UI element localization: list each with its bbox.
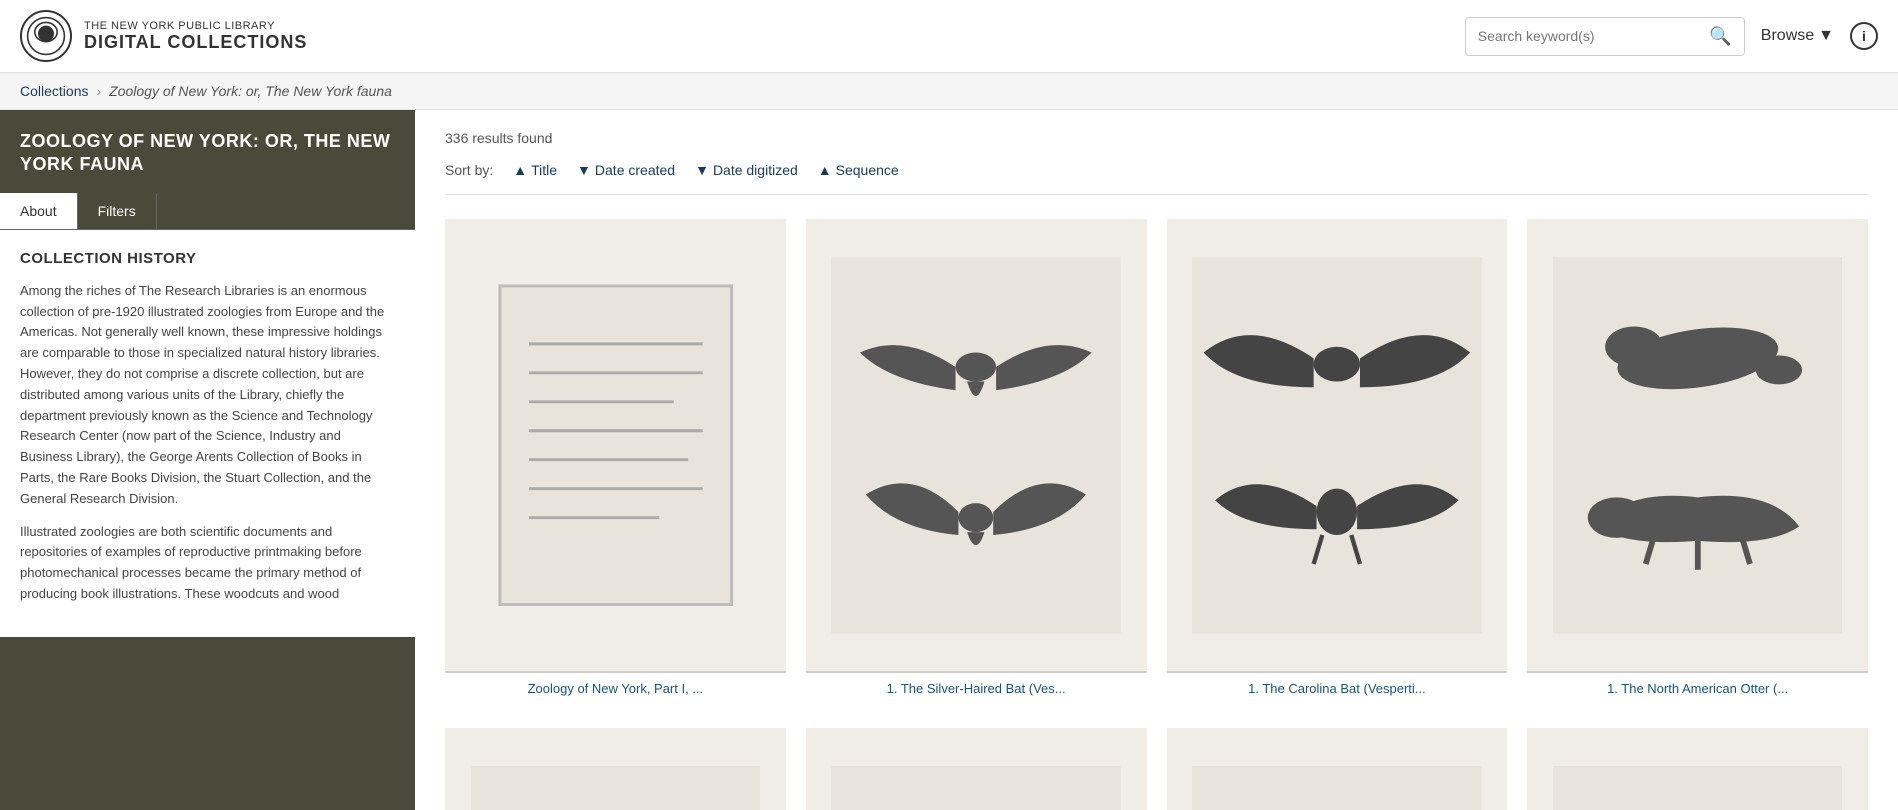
grid-item-5-image <box>445 728 786 810</box>
breadcrumb-collections-link[interactable]: Collections <box>20 83 88 99</box>
info-icon: i <box>1862 28 1866 44</box>
search-box: 🔍 <box>1465 17 1745 56</box>
header: THE NEW YORK PUBLIC LIBRARY DIGITAL COLL… <box>0 0 1898 73</box>
grid-item-8[interactable]: 1. The Red Fox (Vulpes fulvus... <box>1527 728 1868 810</box>
items-grid: Zoology of New York, Part I, ... <box>445 219 1868 810</box>
sort-bar: Sort by: ▲ Title ▼ Date created ▼ Date d… <box>445 162 1868 195</box>
breadcrumb-current: Zoology of New York: or, The New York fa… <box>109 83 392 99</box>
tab-filters[interactable]: Filters <box>78 193 157 229</box>
sort-date-digitized-label: Date digitized <box>713 162 798 178</box>
sort-date-created[interactable]: ▼ Date created <box>577 162 675 178</box>
grid-item-3-image <box>1167 219 1508 673</box>
sort-date-digitized-arrow: ▼ <box>695 162 709 178</box>
grid-item-6[interactable]: 1. TheBroad-nosed Shrew (Otis... <box>806 728 1147 810</box>
tab-about[interactable]: About <box>0 193 78 229</box>
sort-sequence-label: Sequence <box>836 162 899 178</box>
browse-button[interactable]: Browse ▼ <box>1761 27 1834 45</box>
sort-date-created-label: Date created <box>595 162 675 178</box>
grid-item-1-image <box>445 219 786 673</box>
grid-item-4[interactable]: 1. The North American Otter (... <box>1527 219 1868 698</box>
grid-item-1-label: Zoology of New York, Part I, ... <box>528 681 704 698</box>
logo-top-line: THE NEW YORK PUBLIC LIBRARY <box>84 20 307 32</box>
sidebar-tabs: About Filters <box>0 193 415 230</box>
sort-date-digitized[interactable]: ▼ Date digitized <box>695 162 798 178</box>
grid-item-8-image <box>1527 728 1868 810</box>
grid-item-2-image <box>806 219 1147 673</box>
search-input[interactable] <box>1466 20 1698 52</box>
grid-item-5[interactable]: 1. The Common Star-nose (Cond... <box>445 728 786 810</box>
header-right: 🔍 Browse ▼ i <box>1465 17 1878 56</box>
browse-chevron-icon: ▼ <box>1818 27 1834 45</box>
breadcrumb-separator: › <box>96 83 101 99</box>
grid-item-7[interactable]: 1. The American Black Bear (U... <box>1167 728 1508 810</box>
sort-sequence[interactable]: ▲ Sequence <box>818 162 899 178</box>
breadcrumb: Collections › Zoology of New York: or, T… <box>0 73 1898 110</box>
info-button[interactable]: i <box>1850 22 1878 50</box>
browse-label: Browse <box>1761 27 1814 45</box>
main-layout: ZOOLOGY OF NEW YORK: OR, THE NEW YORK FA… <box>0 110 1898 810</box>
sort-sequence-arrow: ▲ <box>818 162 832 178</box>
sidebar-paragraph-2: Illustrated zoologies are both scientifi… <box>20 522 395 605</box>
grid-item-7-image <box>1167 728 1508 810</box>
sort-date-created-arrow: ▼ <box>577 162 591 178</box>
grid-item-4-label: 1. The North American Otter (... <box>1607 681 1788 698</box>
grid-item-3-label: 1. The Carolina Bat (Vesperti... <box>1248 681 1426 698</box>
sort-title-arrow: ▲ <box>513 162 527 178</box>
collection-history-heading: COLLECTION HISTORY <box>20 250 395 267</box>
content-area: 336 results found Sort by: ▲ Title ▼ Dat… <box>415 110 1898 810</box>
grid-item-6-image <box>806 728 1147 810</box>
sort-label: Sort by: <box>445 162 493 178</box>
logo-bottom-line: DIGITAL COLLECTIONS <box>84 32 307 53</box>
logo-area: THE NEW YORK PUBLIC LIBRARY DIGITAL COLL… <box>20 10 307 62</box>
grid-item-1[interactable]: Zoology of New York, Part I, ... <box>445 219 786 698</box>
grid-item-3[interactable]: 1. The Carolina Bat (Vesperti... <box>1167 219 1508 698</box>
sidebar-content: COLLECTION HISTORY Among the riches of T… <box>0 230 415 637</box>
sort-title[interactable]: ▲ Title <box>513 162 557 178</box>
grid-item-2-label: 1. The Silver-Haired Bat (Ves... <box>887 681 1066 698</box>
sort-title-label: Title <box>531 162 557 178</box>
sidebar-collection-title: ZOOLOGY OF NEW YORK: OR, THE NEW YORK FA… <box>0 110 415 193</box>
sidebar: ZOOLOGY OF NEW YORK: OR, THE NEW YORK FA… <box>0 110 415 810</box>
grid-item-4-image <box>1527 219 1868 673</box>
results-count: 336 results found <box>445 130 1868 146</box>
grid-item-2[interactable]: 1. The Silver-Haired Bat (Ves... <box>806 219 1147 698</box>
sidebar-paragraph-1: Among the riches of The Research Librari… <box>20 281 395 510</box>
search-button[interactable]: 🔍 <box>1697 18 1743 55</box>
logo-icon <box>20 10 72 62</box>
logo-text: THE NEW YORK PUBLIC LIBRARY DIGITAL COLL… <box>84 20 307 53</box>
